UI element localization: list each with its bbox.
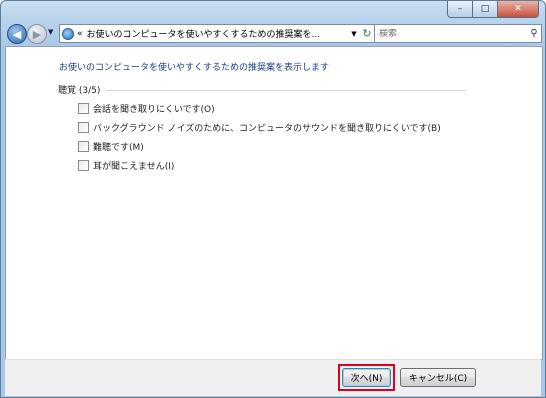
search-box: ⚲ [374,24,542,43]
recent-pages-dropdown[interactable]: ▼ [48,28,53,36]
navigation-bar: ◀ ▶ ▼ « お使いのコンピュータを使いやすくするための推奨案を... ▼ ↻… [1,21,545,45]
search-input[interactable] [375,28,527,39]
control-panel-window: – □ ✕ ◀ ▶ ▼ « お使いのコンピュータを使いやすくするための推奨案を.… [0,0,546,398]
option-label[interactable]: バックグラウンド ノイズのために、コンピュータのサウンドを聞き取りにくいです(B… [93,121,441,134]
option-label[interactable]: 耳が聞こえません(I) [93,159,174,172]
control-panel-icon [62,27,74,40]
close-button[interactable]: ✕ [498,1,539,18]
chevron-down-icon: ▼ [351,29,357,38]
title-bar: – □ ✕ [1,1,545,21]
checkbox[interactable] [78,141,89,152]
back-button[interactable]: ◀ [7,24,27,44]
refresh-icon: ↻ [362,27,372,40]
address-path[interactable]: お使いのコンピュータを使いやすくするための推奨案を... [87,27,348,40]
arrow-right-icon: ▶ [32,27,42,41]
group-divider [106,90,466,91]
option-hard-of-hearing[interactable]: 難聴です(M) [78,137,441,156]
forward-button[interactable]: ▶ [27,24,47,44]
option-label[interactable]: 会話を聞き取りにくいです(O) [93,102,215,115]
cancel-button[interactable]: キャンセル(C) [400,368,476,387]
arrow-left-icon: ◀ [12,27,22,41]
next-button[interactable]: 次へ(N) [342,368,391,387]
option-conversation[interactable]: 会話を聞き取りにくいです(O) [78,99,441,118]
search-icon[interactable]: ⚲ [527,28,541,39]
button-bar: 次へ(N) キャンセル(C) [5,359,541,396]
address-bar[interactable]: « お使いのコンピュータを使いやすくするための推奨案を... ▼ [59,24,361,43]
hearing-group-label: 聴覚 (3/5) [58,86,101,96]
breadcrumb-overflow[interactable]: « [77,29,87,39]
chevron-down-icon: ▼ [48,28,54,36]
checkbox[interactable] [78,103,89,114]
maximize-button[interactable]: □ [473,1,498,18]
checkbox[interactable] [78,160,89,171]
checkbox[interactable] [78,122,89,133]
page-heading: お使いのコンピュータを使いやすくするための推奨案を表示します [59,63,330,73]
option-background-noise[interactable]: バックグラウンド ノイズのために、コンピュータのサウンドを聞き取りにくいです(B… [78,118,441,137]
option-deaf[interactable]: 耳が聞こえません(I) [78,156,441,175]
refresh-button[interactable]: ↻ [360,24,375,43]
content-pane: お使いのコンピュータを使いやすくするための推奨案を表示します 聴覚 (3/5) … [5,46,543,360]
hearing-options: 会話を聞き取りにくいです(O) バックグラウンド ノイズのために、コンピュータの… [78,99,441,175]
minimize-button[interactable]: – [447,1,473,18]
window-controls: – □ ✕ [447,1,539,18]
option-label[interactable]: 難聴です(M) [93,140,144,153]
address-dropdown[interactable]: ▼ [348,30,360,38]
